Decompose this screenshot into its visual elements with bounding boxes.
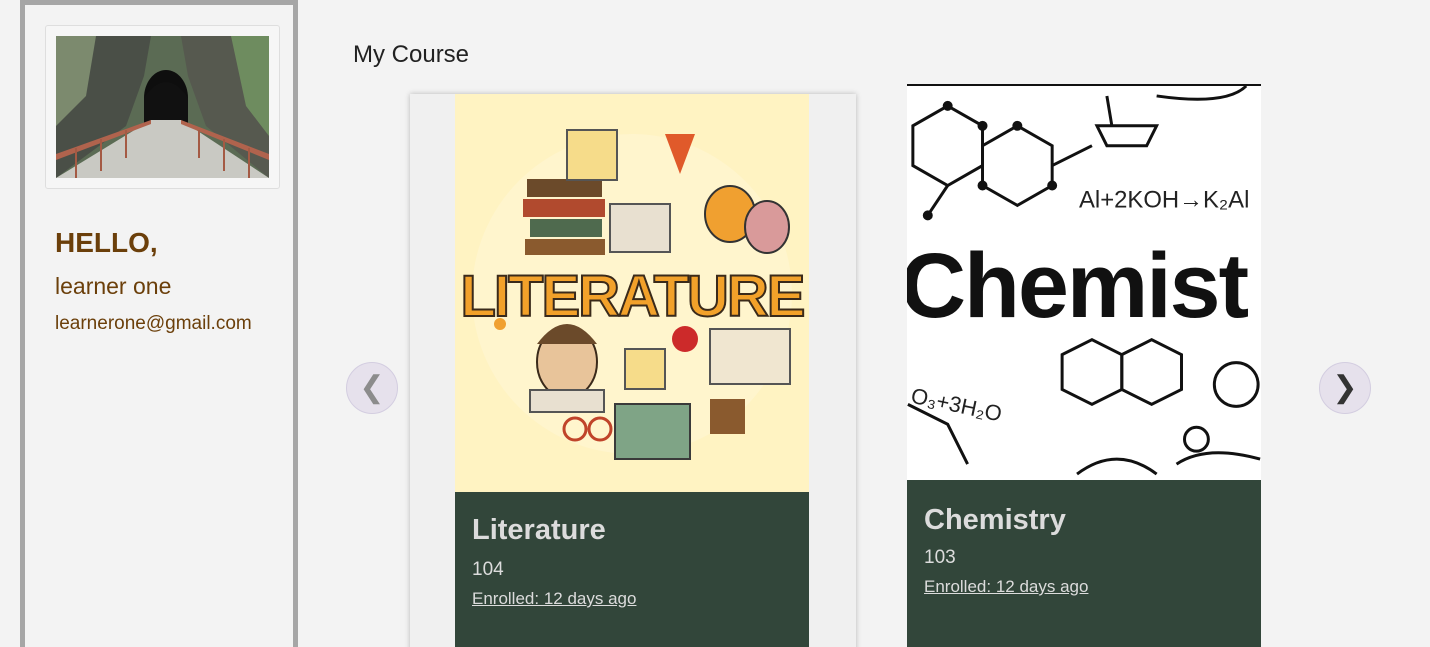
user-name: learner one [55,273,172,299]
section-title: My Course [353,41,470,68]
enrolled-link[interactable]: Enrolled: 12 days ago [472,589,636,609]
chemistry-word-art: Chemist [907,235,1249,337]
chevron-right-icon: ❯ [1332,371,1358,404]
literature-word-art: LITERATURE [460,264,803,329]
course-image-chemistry: Al+2KOH→K₂Al Chemist O₃+3H₂O [907,84,1261,480]
course-image-literature: LITERATURE [455,94,809,492]
course-card-literature[interactable]: LITERATURE Literature 104 Enrolled: 12 d… [455,94,809,647]
carousel-next-button[interactable]: ❯ [1319,362,1371,414]
chemistry-formula-top: Al+2KOH→K₂Al [1079,186,1249,213]
greeting-heading: HELLO, [55,227,158,258]
user-email: learnerone@gmail.com [55,313,252,334]
course-title: Chemistry [924,504,1066,536]
profile-sidebar: HELLO, learner one learnerone@gmail.com [20,0,298,647]
course-code: 103 [924,547,956,568]
carousel-prev-button[interactable]: ❮ [346,362,398,414]
course-title: Literature [472,514,606,546]
course-card-chemistry[interactable]: Al+2KOH→K₂Al Chemist O₃+3H₂O Chemistry 1… [907,84,1261,647]
profile-photo [56,36,269,178]
enrolled-link[interactable]: Enrolled: 12 days ago [924,577,1088,597]
card-footer: Literature 104 Enrolled: 12 days ago [455,492,809,647]
chevron-left-icon: ❮ [359,371,385,404]
course-code: 104 [472,559,504,580]
card-footer: Chemistry 103 Enrolled: 12 days ago [907,480,1261,647]
profile-photo-frame [45,25,280,189]
